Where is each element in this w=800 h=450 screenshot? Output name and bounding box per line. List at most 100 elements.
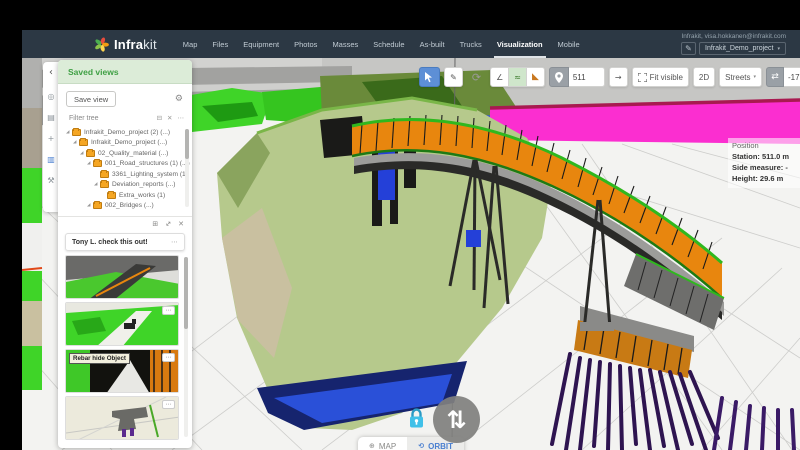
layers-icon[interactable]: ▤ <box>45 111 57 123</box>
nav-tab-equipment[interactable]: Equipment <box>243 30 279 58</box>
folder-icon <box>100 181 109 188</box>
folder-icon <box>107 192 116 199</box>
thumbnail-rebar[interactable]: Rebar hide Object ⋯ <box>65 349 179 393</box>
nav-tab-files[interactable]: Files <box>212 30 228 58</box>
expand-panel-icon[interactable]: ↕ <box>163 219 173 229</box>
map-mode-button[interactable]: ⊕ MAP <box>358 437 407 450</box>
edit-project-button[interactable]: ✎ <box>681 42 696 55</box>
cursor-icon <box>425 72 434 83</box>
top-navbar: Infrakit Map Files Equipment Photos Mass… <box>22 30 800 58</box>
infrakit-logo-icon <box>94 37 109 52</box>
panel-header: Saved views <box>58 60 192 84</box>
folder-icon <box>100 171 109 178</box>
locate-icon[interactable]: ◎ <box>45 90 57 102</box>
thumbnail-more-icon[interactable]: ⋯ <box>162 306 175 315</box>
equipment-icon[interactable]: ⚒ <box>45 174 57 186</box>
tree-item[interactable]: ◢3361_Lighting_system (1) <box>64 169 192 180</box>
logo-text: Infrakit <box>114 37 157 52</box>
shared-view-card[interactable]: Tony L. check this out! ⋯ <box>65 233 185 251</box>
nav-tab-trucks[interactable]: Trucks <box>460 30 482 58</box>
collapse-all-icon[interactable]: ⊟ <box>157 114 162 122</box>
height-readout: Height: 29.6 m <box>732 174 783 183</box>
pan-updown-control[interactable]: ⇅ <box>433 396 480 443</box>
gear-icon[interactable]: ⚙ <box>175 94 183 104</box>
nav-tab-mobile[interactable]: Mobile <box>558 30 580 58</box>
folder-icon <box>93 202 102 209</box>
tree-item[interactable]: ◢02_Quality_material (...) <box>64 148 192 159</box>
folder-icon <box>93 160 102 167</box>
station-pin-icon <box>549 67 569 87</box>
filter-tree-label: Filter tree <box>69 115 99 122</box>
view-toolbar: ✎ ⟳ ∠ ≈ ◣ → Fit visible 2D Streets ▾ <box>419 67 800 87</box>
thumbnail-terrain-truck[interactable]: ⋯ <box>65 302 179 346</box>
cross-section-button[interactable]: ∠ <box>490 67 509 87</box>
map-icon: ⊕ <box>369 442 375 450</box>
panel-title: Saved views <box>68 67 119 77</box>
clear-filter-icon[interactable]: ✕ <box>167 114 172 122</box>
nav-user-area: Infrakit, visa.hokkanen@infrakit.com ✎ I… <box>681 33 786 55</box>
nav-tab-photos[interactable]: Photos <box>294 30 317 58</box>
orbit-icon: ⟲ <box>418 442 424 450</box>
side-measure-readout: Side measure: - <box>732 163 788 172</box>
folder-icon <box>72 129 81 136</box>
go-to-station-button[interactable]: → <box>609 67 628 87</box>
station-input[interactable] <box>569 67 605 87</box>
refresh-button[interactable]: ⟳ <box>467 67 486 87</box>
position-title: Position <box>732 141 800 152</box>
chevron-down-icon: ▾ <box>777 46 780 52</box>
position-panel: Position Station: 511.0 m Side measure: … <box>728 138 800 188</box>
filter-tree: ◢Infrakit_Demo_project (2) (...) ◢Infrak… <box>58 125 192 213</box>
mode-2d-button[interactable]: 2D <box>693 67 715 87</box>
saved-views-icon[interactable]: ▥ <box>45 153 57 165</box>
infrakit-logo[interactable]: Infrakit <box>94 37 157 52</box>
thumbnail-more-icon[interactable]: ⋯ <box>162 400 175 409</box>
project-selector-button[interactable]: Infrakit_Demo_project ▾ <box>699 42 786 55</box>
fit-visible-icon <box>638 73 647 82</box>
tree-item[interactable]: ◢Extra_works (1) <box>64 190 192 201</box>
user-email-text: Infrakit, visa.hokkanen@infrakit.com <box>681 33 786 40</box>
thumbnail-bridge-overview[interactable] <box>65 255 179 299</box>
thumbnail-rebar-label: Rebar hide Object <box>69 353 130 364</box>
saved-views-panel: Saved views Save view ⚙ Filter tree ⊟ ✕ … <box>58 60 192 448</box>
surface-model-button[interactable]: ◣ <box>526 67 545 87</box>
thumbnails-scrollbar[interactable] <box>184 257 188 437</box>
nav-tab-map[interactable]: Map <box>183 30 198 58</box>
project-name-label: Infrakit_Demo_project <box>705 45 773 52</box>
terrain-layer-button[interactable]: ≈ <box>508 67 527 87</box>
nav-tab-schedule[interactable]: Schedule <box>373 30 404 58</box>
lock-view-button[interactable] <box>408 408 425 434</box>
grid-view-icon[interactable]: ⊞ <box>152 220 158 228</box>
folder-icon <box>79 139 88 146</box>
tree-item[interactable]: ◢Infrakit_Demo_project (2) (...) <box>64 127 192 138</box>
nav-tab-asbuilt[interactable]: As-built <box>420 30 445 58</box>
offset-icon: ⇄ <box>766 67 784 87</box>
tree-scrollbar[interactable] <box>185 129 189 207</box>
nav-menu: Map Files Equipment Photos Masses Schedu… <box>183 30 595 58</box>
close-icon[interactable]: ✕ <box>178 220 184 228</box>
select-tool-button[interactable] <box>419 67 440 87</box>
shared-view-title: Tony L. check this out! <box>72 239 148 246</box>
sidebar-rail: ‹ ◎ ▤ + ▥ ⚒ <box>43 62 59 212</box>
tree-item[interactable]: ◢001_Road_structures (1) (...) <box>64 159 192 170</box>
nav-tab-visualization[interactable]: Visualization <box>497 30 543 58</box>
card-more-icon[interactable]: ⋯ <box>171 238 178 246</box>
folder-icon <box>86 150 95 157</box>
up-down-arrows-icon: ⇅ <box>446 406 466 434</box>
thumbnail-bridge-pier[interactable]: ⋯ <box>65 396 179 440</box>
chevron-down-icon: ▾ <box>753 74 756 80</box>
more-options-icon[interactable]: ⋯ <box>178 114 185 122</box>
thumbnail-more-icon[interactable]: ⋯ <box>162 353 175 362</box>
add-icon[interactable]: + <box>45 132 57 144</box>
tree-item[interactable]: ◢Deviation_reports (...) <box>64 180 192 191</box>
collapse-sidebar-button[interactable]: ‹ <box>45 66 57 78</box>
saved-view-thumbnails: ⋯ Rebar hide Object ⋯ <box>58 255 192 440</box>
offset-value-field[interactable]: -17 <box>784 67 800 87</box>
basemap-select[interactable]: Streets ▾ <box>719 67 762 87</box>
fit-visible-button[interactable]: Fit visible <box>632 67 689 87</box>
measure-tool-button[interactable]: ✎ <box>444 67 463 87</box>
save-view-button[interactable]: Save view <box>66 91 116 107</box>
tree-item[interactable]: ◢Infrakit_Demo_project (...) <box>64 138 192 149</box>
tree-item[interactable]: ◢002_Bridges (...) <box>64 201 192 212</box>
nav-tab-masses[interactable]: Masses <box>332 30 358 58</box>
app-window: Infrakit Map Files Equipment Photos Mass… <box>22 30 800 450</box>
